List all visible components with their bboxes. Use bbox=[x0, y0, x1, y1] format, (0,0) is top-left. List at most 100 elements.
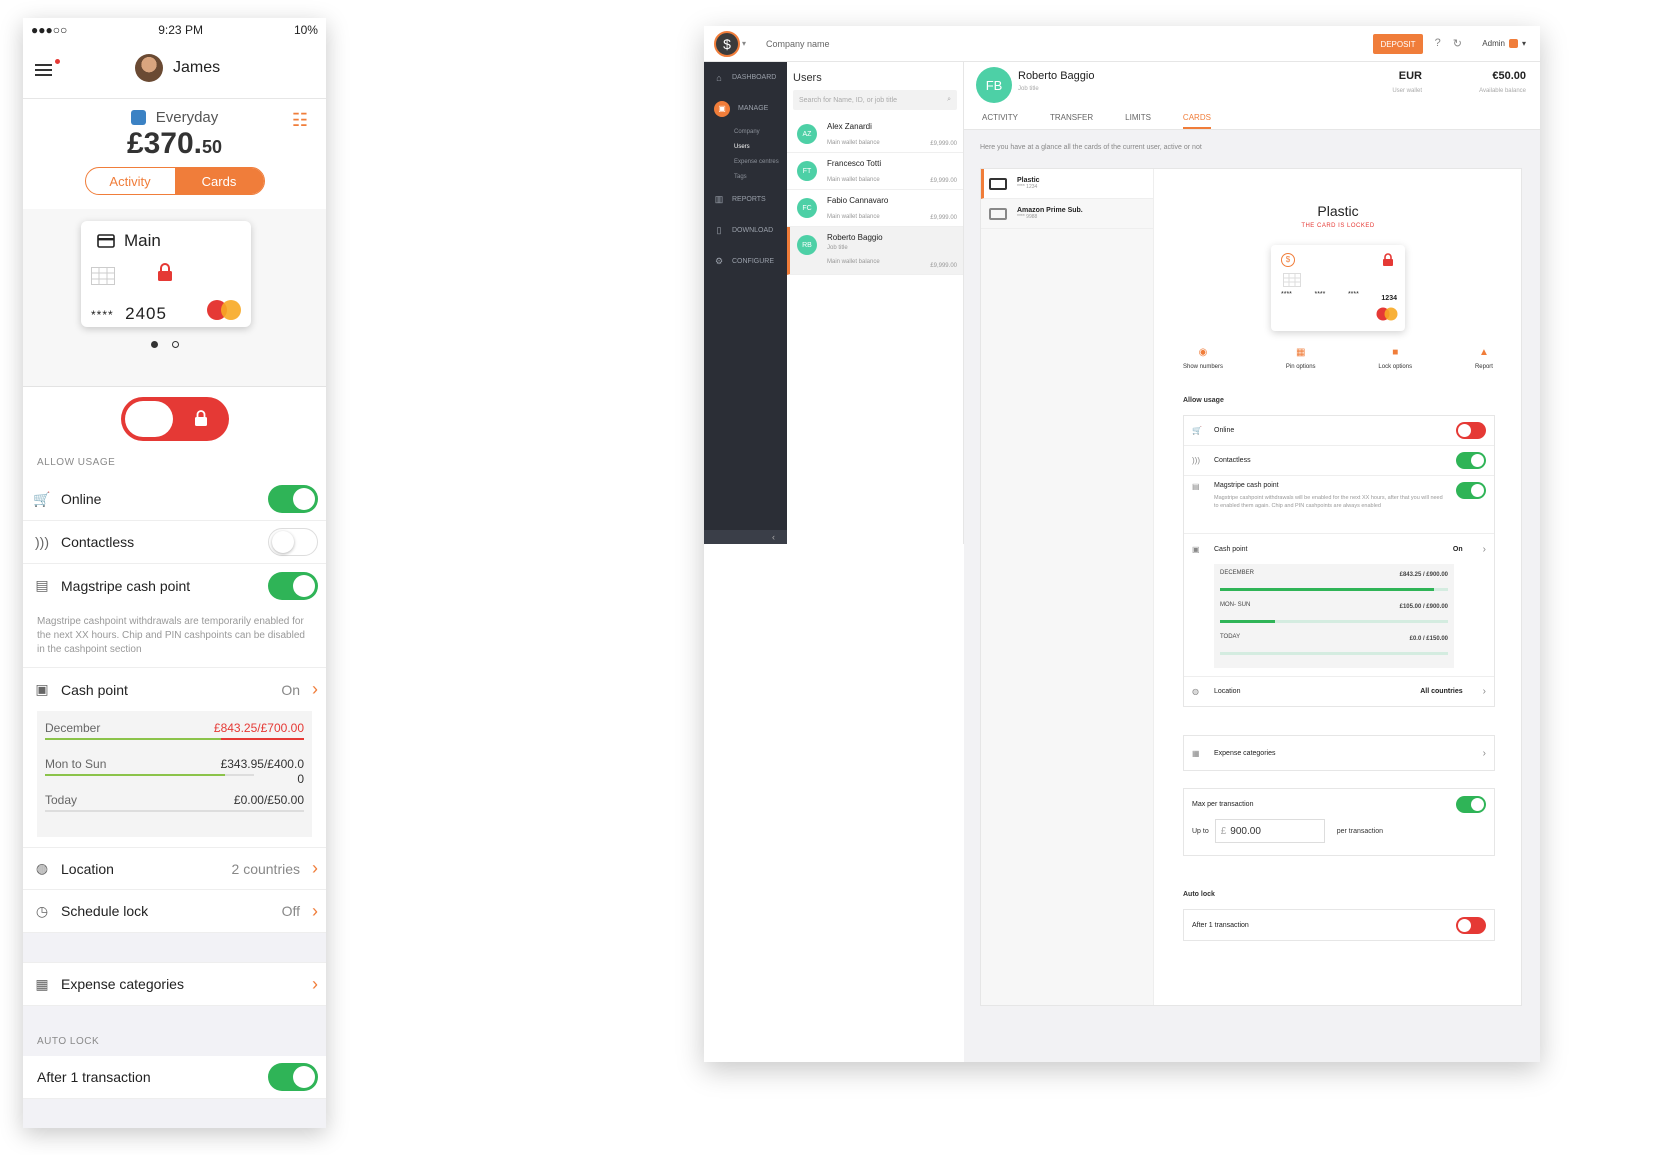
allow-usage-heading: Allow usage bbox=[1183, 397, 1224, 404]
card-main[interactable]: Main **** 2405 bbox=[81, 221, 251, 327]
tab-activity[interactable]: Activity bbox=[86, 168, 175, 194]
mastercard-logo bbox=[1376, 307, 1398, 321]
show-numbers-button[interactable]: ◉ Show numbers bbox=[1183, 347, 1223, 370]
company-name[interactable]: Company name bbox=[766, 39, 830, 49]
online-toggle[interactable] bbox=[1456, 422, 1486, 439]
expense-categories-row[interactable]: ▦ Expense categories › bbox=[23, 963, 326, 1006]
tab-limits[interactable]: LIMITS bbox=[1125, 113, 1151, 129]
help-icon[interactable]: ? bbox=[1435, 37, 1441, 50]
nav-configure[interactable]: ⚙ CONFIGURE bbox=[704, 246, 787, 277]
user-row[interactable]: FT Francesco Totti Main wallet balance £9… bbox=[787, 153, 963, 190]
signal-indicator: ●●●○○ bbox=[31, 23, 68, 37]
card-number: **** 2405 bbox=[91, 304, 167, 323]
users-panel: Users Search for Name, ID, or job title ⌕… bbox=[787, 62, 964, 544]
notification-dot bbox=[55, 58, 60, 64]
card-number: **** **** **** 1234 bbox=[1281, 291, 1397, 302]
allow-usage-heading: ALLOW USAGE bbox=[37, 457, 116, 468]
expense-categories-row[interactable]: ▦ Expense categories › bbox=[1183, 735, 1495, 771]
chart-icon: ▥ bbox=[714, 194, 724, 204]
user-detail: FB Roberto Baggio Job title EUR User wall… bbox=[964, 62, 1540, 1062]
after-transaction-label: After 1 transaction bbox=[37, 1069, 151, 1085]
company-logo[interactable]: $ bbox=[714, 30, 740, 57]
lock-options-button[interactable]: ■ Lock options bbox=[1378, 347, 1412, 370]
filter-icon[interactable]: ☷ bbox=[292, 110, 308, 131]
card-detail: Plastic THE CARD IS LOCKED $ **** **** ***… bbox=[1155, 169, 1521, 1005]
subnav-users[interactable]: Users bbox=[704, 139, 787, 154]
chevron-right-icon: › bbox=[1482, 747, 1486, 759]
cards-intro: Here you have at a glance all the cards … bbox=[980, 144, 1202, 151]
desktop-app-window: $ ▾ Company name DEPOSIT ? ↻ Admin ▾ ⌂ DASH… bbox=[704, 26, 1540, 1062]
nav-download[interactable]: ▯ DOWNLOAD bbox=[704, 215, 787, 246]
status-bar: ●●●○○ 9:23 PM 10% bbox=[23, 18, 326, 42]
chevron-down-icon: ▾ bbox=[1521, 39, 1526, 48]
online-row: 🛒 Online bbox=[1184, 416, 1494, 446]
chevron-right-icon: › bbox=[312, 973, 318, 994]
nav-manage[interactable]: ▣ MANAGE bbox=[704, 93, 787, 124]
cashpoint-icon: ▤ bbox=[1192, 482, 1200, 491]
card-item-plastic[interactable]: Plastic **** 1234 bbox=[981, 169, 1153, 199]
location-row[interactable]: ◍ Location All countries › bbox=[1184, 676, 1494, 706]
location-label: Location bbox=[61, 860, 114, 877]
nav-dashboard[interactable]: ⌂ DASHBOARD bbox=[704, 62, 787, 93]
subnav-company[interactable]: Company bbox=[704, 124, 787, 139]
limit-weekly: Mon to Sun £343.95/£400.0 0 bbox=[45, 757, 304, 786]
refresh-icon[interactable]: ↻ bbox=[1453, 37, 1462, 50]
tab-cards[interactable]: Cards bbox=[174, 168, 264, 194]
magstripe-toggle[interactable] bbox=[268, 571, 318, 600]
deposit-button[interactable]: DEPOSIT bbox=[1373, 34, 1423, 54]
cash-icon: ▣ bbox=[1192, 544, 1200, 554]
subnav-tags[interactable]: Tags bbox=[704, 169, 787, 184]
tab-transfer[interactable]: TRANSFER bbox=[1050, 113, 1093, 129]
schedule-lock-row[interactable]: ◷ Schedule lock Off › bbox=[23, 890, 326, 933]
online-label: Online bbox=[61, 491, 102, 507]
card-icon bbox=[97, 234, 115, 248]
battery-level: 10% bbox=[293, 23, 318, 37]
mobile-app-screen: ●●●○○ 9:23 PM 10% James ☷ Everyday £370.… bbox=[23, 18, 326, 1128]
chevron-down-icon[interactable]: ▾ bbox=[742, 39, 746, 48]
menu-icon[interactable] bbox=[35, 58, 60, 77]
contactless-toggle[interactable] bbox=[1456, 452, 1486, 469]
store-icon: ▦ bbox=[35, 975, 49, 992]
contactless-row: ))) Contactless bbox=[1184, 446, 1494, 476]
subnav-expense-centres[interactable]: Expense centres bbox=[704, 154, 787, 169]
admin-menu[interactable]: Admin ▾ bbox=[1482, 39, 1526, 48]
avatar: FB bbox=[976, 67, 1012, 103]
amount-input[interactable]: £900.00 bbox=[1214, 819, 1325, 843]
nav-reports[interactable]: ▥ REPORTS bbox=[704, 184, 787, 215]
tab-cards[interactable]: CARDS bbox=[1182, 113, 1211, 129]
auto-lock-toggle[interactable] bbox=[268, 1063, 318, 1091]
auto-lock-toggle[interactable] bbox=[1456, 916, 1486, 934]
magstripe-toggle[interactable] bbox=[1456, 482, 1486, 499]
collapse-sidebar-button[interactable]: ‹ bbox=[704, 530, 787, 544]
cash-point-row[interactable]: ▣ Cash point On › bbox=[23, 668, 326, 711]
cash-point-row[interactable]: ▣ Cash point On › bbox=[1184, 534, 1494, 564]
card-locked-status: THE CARD IS LOCKED bbox=[1301, 223, 1375, 229]
contactless-toggle[interactable] bbox=[268, 528, 318, 556]
limit-december: DECEMBER £843.25 / £900.00 bbox=[1220, 570, 1448, 602]
briefcase-icon: ▣ bbox=[714, 100, 730, 117]
user-row[interactable]: AZ Alex Zanardi Main wallet balance £9,99… bbox=[787, 116, 963, 153]
max-per-transaction-box: Max per transaction Up to £900.00 per tr… bbox=[1183, 788, 1495, 856]
limit-weekly: MON- SUN £105.00 / £900.00 bbox=[1220, 602, 1448, 634]
report-button[interactable]: ▲ Report bbox=[1475, 347, 1493, 370]
auto-lock-heading: AUTO LOCK bbox=[37, 1036, 100, 1047]
max-transaction-toggle[interactable] bbox=[1456, 795, 1486, 813]
users-title: Users bbox=[793, 72, 822, 84]
cashpoint-limits: December £843.25/£700.00 Mon to Sun £343… bbox=[37, 711, 312, 837]
user-row-selected[interactable]: RB Roberto Baggio Job title Main wallet ba… bbox=[787, 227, 963, 275]
carousel-pagination[interactable] bbox=[151, 341, 179, 348]
clock-icon: ◷ bbox=[35, 902, 49, 919]
search-input[interactable]: Search for Name, ID, or job title ⌕ bbox=[793, 90, 957, 110]
contactless-icon: ))) bbox=[35, 534, 49, 550]
user-header[interactable]: James bbox=[135, 54, 220, 82]
card-item-virtual[interactable]: Amazon Prime Sub. **** 9988 bbox=[981, 199, 1153, 229]
online-toggle[interactable] bbox=[268, 485, 318, 513]
user-row[interactable]: FC Fabio Cannavaro Main wallet balance £9… bbox=[787, 190, 963, 227]
card-lock-toggle[interactable] bbox=[120, 397, 229, 441]
chevron-right-icon: › bbox=[1482, 686, 1486, 697]
contactless-icon: ))) bbox=[1192, 456, 1200, 465]
location-row[interactable]: ◍ Location 2 countries › bbox=[23, 847, 326, 890]
card-icon bbox=[989, 177, 1007, 190]
tab-activity[interactable]: ACTIVITY bbox=[982, 113, 1018, 129]
pin-options-button[interactable]: ▦ Pin options bbox=[1286, 347, 1316, 370]
